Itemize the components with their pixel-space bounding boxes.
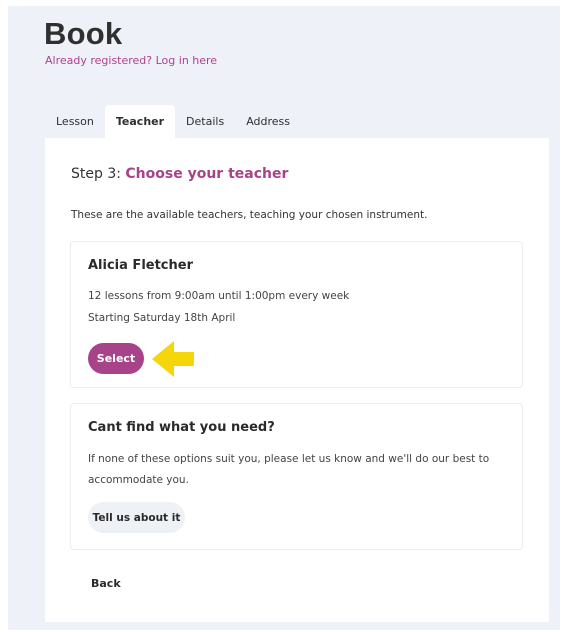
step-number: Step 3: (71, 166, 126, 182)
lesson-schedule: 12 lessons from 9:00am until 1:00pm ever… (88, 290, 350, 302)
help-text: If none of these options suit you, pleas… (88, 453, 490, 486)
login-link[interactable]: Already registered? Log in here (45, 54, 217, 67)
step-heading: Step 3: Choose your teacher (71, 166, 288, 182)
tell-us-button[interactable]: Tell us about it (88, 502, 185, 533)
tab-teacher[interactable]: Teacher (104, 105, 176, 138)
step-intro: These are the available teachers, teachi… (71, 209, 428, 221)
lesson-start-date: Starting Saturday 18th April (88, 312, 236, 324)
teacher-name: Alicia Fletcher (88, 258, 193, 273)
step-title: Choose your teacher (125, 166, 289, 182)
step-panel: Step 3: Choose your teacher These are th… (45, 138, 549, 622)
tab-address[interactable]: Address (235, 105, 301, 138)
select-teacher-button[interactable]: Select (88, 343, 144, 374)
teacher-card: Alicia Fletcher 12 lessons from 9:00am u… (70, 241, 523, 388)
help-title: Cant find what you need? (88, 420, 275, 435)
arrow-left-icon (152, 341, 194, 377)
tab-details[interactable]: Details (175, 105, 235, 138)
tab-lesson[interactable]: Lesson (45, 105, 105, 138)
booking-page: Book Already registered? Log in here Les… (8, 6, 560, 630)
help-card: Cant find what you need? If none of thes… (70, 403, 523, 550)
back-link[interactable]: Back (91, 577, 121, 590)
booking-tabs: Lesson Teacher Details Address (45, 105, 301, 138)
page-title: Book (44, 16, 123, 51)
